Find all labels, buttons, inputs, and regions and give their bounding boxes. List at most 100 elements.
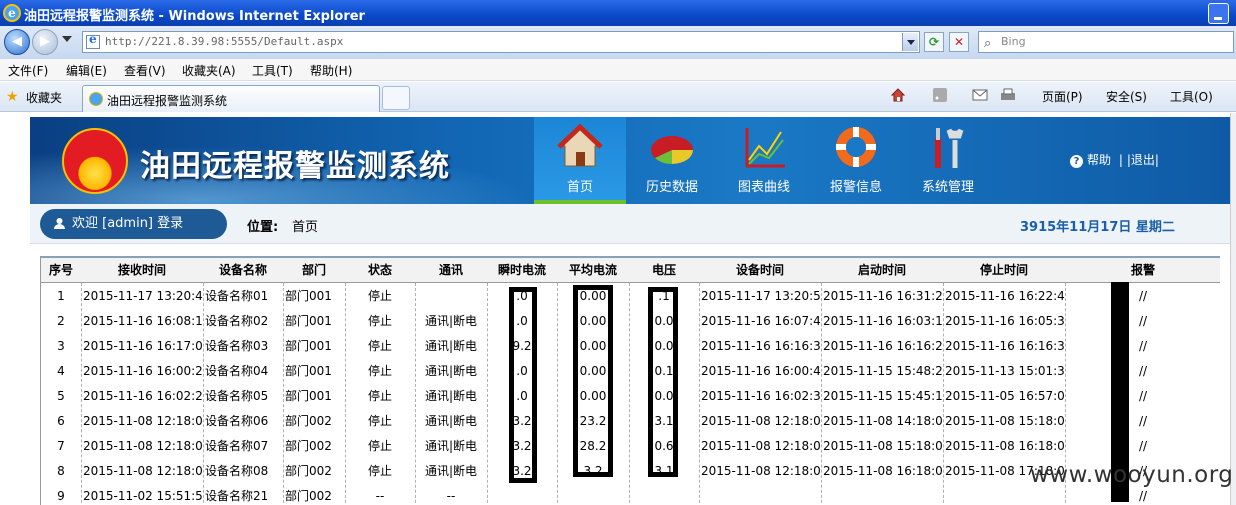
table-cell: 1 xyxy=(57,289,65,303)
table-cell: 设备名称08 xyxy=(205,464,269,478)
browser-tab[interactable]: 油田远程报警监测系统 xyxy=(82,85,380,112)
current-date: 3915年11月17日 星期二 xyxy=(1020,220,1175,235)
table-cell: 2015-11-16 16:00:20 xyxy=(83,364,203,378)
table-cell: 2015-11-16 16:03:16 xyxy=(823,314,943,328)
table-cell xyxy=(821,484,943,505)
table-cell: 2015-11-08 12:18:02 xyxy=(83,464,203,478)
home-icon xyxy=(557,124,603,167)
table-cell: 通讯|断电 xyxy=(424,439,478,453)
column-header: 通讯 xyxy=(438,263,463,277)
table-row[interactable]: 4 2015-11-16 16:00:20 设备名称04 部门001 停止 通讯|断电 .0… xyxy=(41,359,1220,384)
table-cell: 设备名称21 xyxy=(205,489,269,503)
table-cell: 2015-11-08 12:18:01 xyxy=(83,414,203,428)
nav-alarms[interactable]: 报警信息 xyxy=(810,117,902,204)
table-cell: 2015-11-17 13:20:43 xyxy=(83,289,203,303)
new-tab-button[interactable] xyxy=(382,86,410,110)
menu-view[interactable]: 查看(V) xyxy=(124,62,166,79)
table-cell: 部门001 xyxy=(285,339,332,353)
link-separator: | xyxy=(1118,153,1123,167)
refresh-button[interactable]: ⟳ xyxy=(924,32,944,52)
table-cell xyxy=(557,484,629,505)
table-row[interactable]: 1 2015-11-17 13:20:43 设备名称01 部门001 停止 .0 0.00.… xyxy=(41,284,1220,309)
stop-button[interactable]: ✕ xyxy=(949,32,969,52)
table-cell: 停止 xyxy=(367,439,392,453)
menu-tools[interactable]: 工具(T) xyxy=(252,62,293,79)
url-field[interactable]: http://221.8.39.98:5555/Default.aspx xyxy=(82,31,920,53)
table-cell: // xyxy=(1138,314,1148,328)
table-cell: 通讯|断电 xyxy=(424,314,478,328)
page-menu[interactable]: 页面(P) xyxy=(1042,88,1083,105)
column-header: 启动时间 xyxy=(857,263,906,277)
url-dropdown-button[interactable] xyxy=(902,33,918,51)
table-cell: 2015-11-05 16:57:05 xyxy=(945,389,1065,403)
table-cell: 通讯|断电 xyxy=(424,464,478,478)
column-header: 平均电流 xyxy=(568,263,617,277)
table-row[interactable]: 6 2015-11-08 12:18:01 设备名称06 部门002 停止 通讯|断电 3.… xyxy=(41,409,1220,434)
table-cell: 2015-11-16 16:16:27 xyxy=(823,339,943,353)
table-cell: 部门002 xyxy=(285,414,332,428)
menu-favorites[interactable]: 收藏夹(A) xyxy=(182,62,236,79)
back-icon: ◀ xyxy=(12,34,22,49)
favorites-button[interactable]: 收藏夹 xyxy=(26,89,62,106)
star-icon: ★ xyxy=(6,89,19,105)
table-cell: 2015-11-13 15:01:33 xyxy=(945,364,1065,378)
info-bar: 欢迎 [admin] 登录 位置: 首页 3915年11月17日 星期二 xyxy=(30,204,1230,244)
tools-menu[interactable]: 工具(O) xyxy=(1170,88,1213,105)
search-placeholder: Bing xyxy=(1001,35,1026,48)
feed-icon[interactable] xyxy=(932,87,948,103)
table-cell: 9 xyxy=(57,489,65,503)
table-cell: // xyxy=(1138,339,1148,353)
nav-charts-label: 图表曲线 xyxy=(737,180,790,195)
table-cell: 2015-11-16 16:00:43 xyxy=(701,364,821,378)
table-cell: // xyxy=(1138,439,1148,453)
table-cell: 部门002 xyxy=(285,489,332,503)
nav-history[interactable]: 历史数据 xyxy=(626,117,718,204)
menu-file[interactable]: 文件(F) xyxy=(8,62,48,79)
menu-bar: 文件(F) 编辑(E) 查看(V) 收藏夹(A) 工具(T) 帮助(H) xyxy=(0,59,1236,81)
table-row[interactable]: 3 2015-11-16 16:17:02 设备名称03 部门001 停止 通讯|断电 9.… xyxy=(41,334,1220,359)
table-row[interactable]: 7 2015-11-08 12:18:02 设备名称07 部门002 停止 通讯|断电 3.… xyxy=(41,434,1220,459)
table-cell: 4 xyxy=(57,364,65,378)
table-cell: 8 xyxy=(57,464,65,478)
vertical-scrollbar[interactable] xyxy=(1230,113,1236,505)
table-cell: // xyxy=(1138,389,1148,403)
recent-pages-dropdown[interactable] xyxy=(62,36,72,42)
table-row[interactable]: 5 2015-11-16 16:02:23 设备名称05 部门001 停止 通讯|断电 .0… xyxy=(41,384,1220,409)
table-cell: 2015-11-16 16:17:02 xyxy=(83,339,203,353)
table-cell xyxy=(699,484,821,505)
table-cell: 2015-11-02 15:51:52 xyxy=(83,489,203,503)
table-cell: 2015-11-08 12:18:00 xyxy=(701,414,821,428)
logout-link[interactable]: |退出| xyxy=(1127,153,1159,167)
menu-edit[interactable]: 编辑(E) xyxy=(66,62,107,79)
help-link[interactable]: 帮助 xyxy=(1087,153,1111,167)
nav-system-label: 系统管理 xyxy=(921,180,974,195)
table-cell: 2015-11-08 16:18:00 xyxy=(823,464,943,478)
menu-help[interactable]: 帮助(H) xyxy=(310,62,352,79)
minimize-button[interactable] xyxy=(1208,3,1229,24)
home-icon[interactable] xyxy=(890,87,906,103)
table-cell: 2015-11-08 12:18:02 xyxy=(83,439,203,453)
safety-menu[interactable]: 安全(S) xyxy=(1106,88,1147,105)
column-header: 接收时间 xyxy=(117,263,166,277)
welcome-badge: 欢迎 [admin] 登录 xyxy=(40,209,227,239)
forward-button[interactable]: ▶ xyxy=(32,29,58,55)
table-cell: 2015-11-16 16:02:39 xyxy=(701,389,821,403)
search-icon: ⌕ xyxy=(984,36,992,51)
table-row[interactable]: 2 2015-11-16 16:08:10 设备名称02 部门001 停止 通讯|断电 .0… xyxy=(41,309,1220,334)
table-cell: 2015-11-16 16:05:33 xyxy=(945,314,1065,328)
print-icon[interactable] xyxy=(1000,87,1016,103)
column-header: 电压 xyxy=(651,263,676,277)
nav-history-label: 历史数据 xyxy=(645,180,698,195)
back-button[interactable]: ◀ xyxy=(4,29,30,55)
table-cell: // xyxy=(1138,364,1148,378)
mail-icon[interactable] xyxy=(972,87,988,103)
nav-charts[interactable]: 图表曲线 xyxy=(718,117,810,204)
table-cell: 部门001 xyxy=(285,364,332,378)
table-cell: 停止 xyxy=(367,389,392,403)
nav-home[interactable]: 首页 xyxy=(534,117,626,204)
search-input[interactable]: ⌕ Bing xyxy=(978,31,1234,53)
tools-icon xyxy=(935,128,964,168)
table-cell: 部门001 xyxy=(285,289,332,303)
nav-system[interactable]: 系统管理 xyxy=(902,117,994,204)
table-cell: 6 xyxy=(57,414,65,428)
